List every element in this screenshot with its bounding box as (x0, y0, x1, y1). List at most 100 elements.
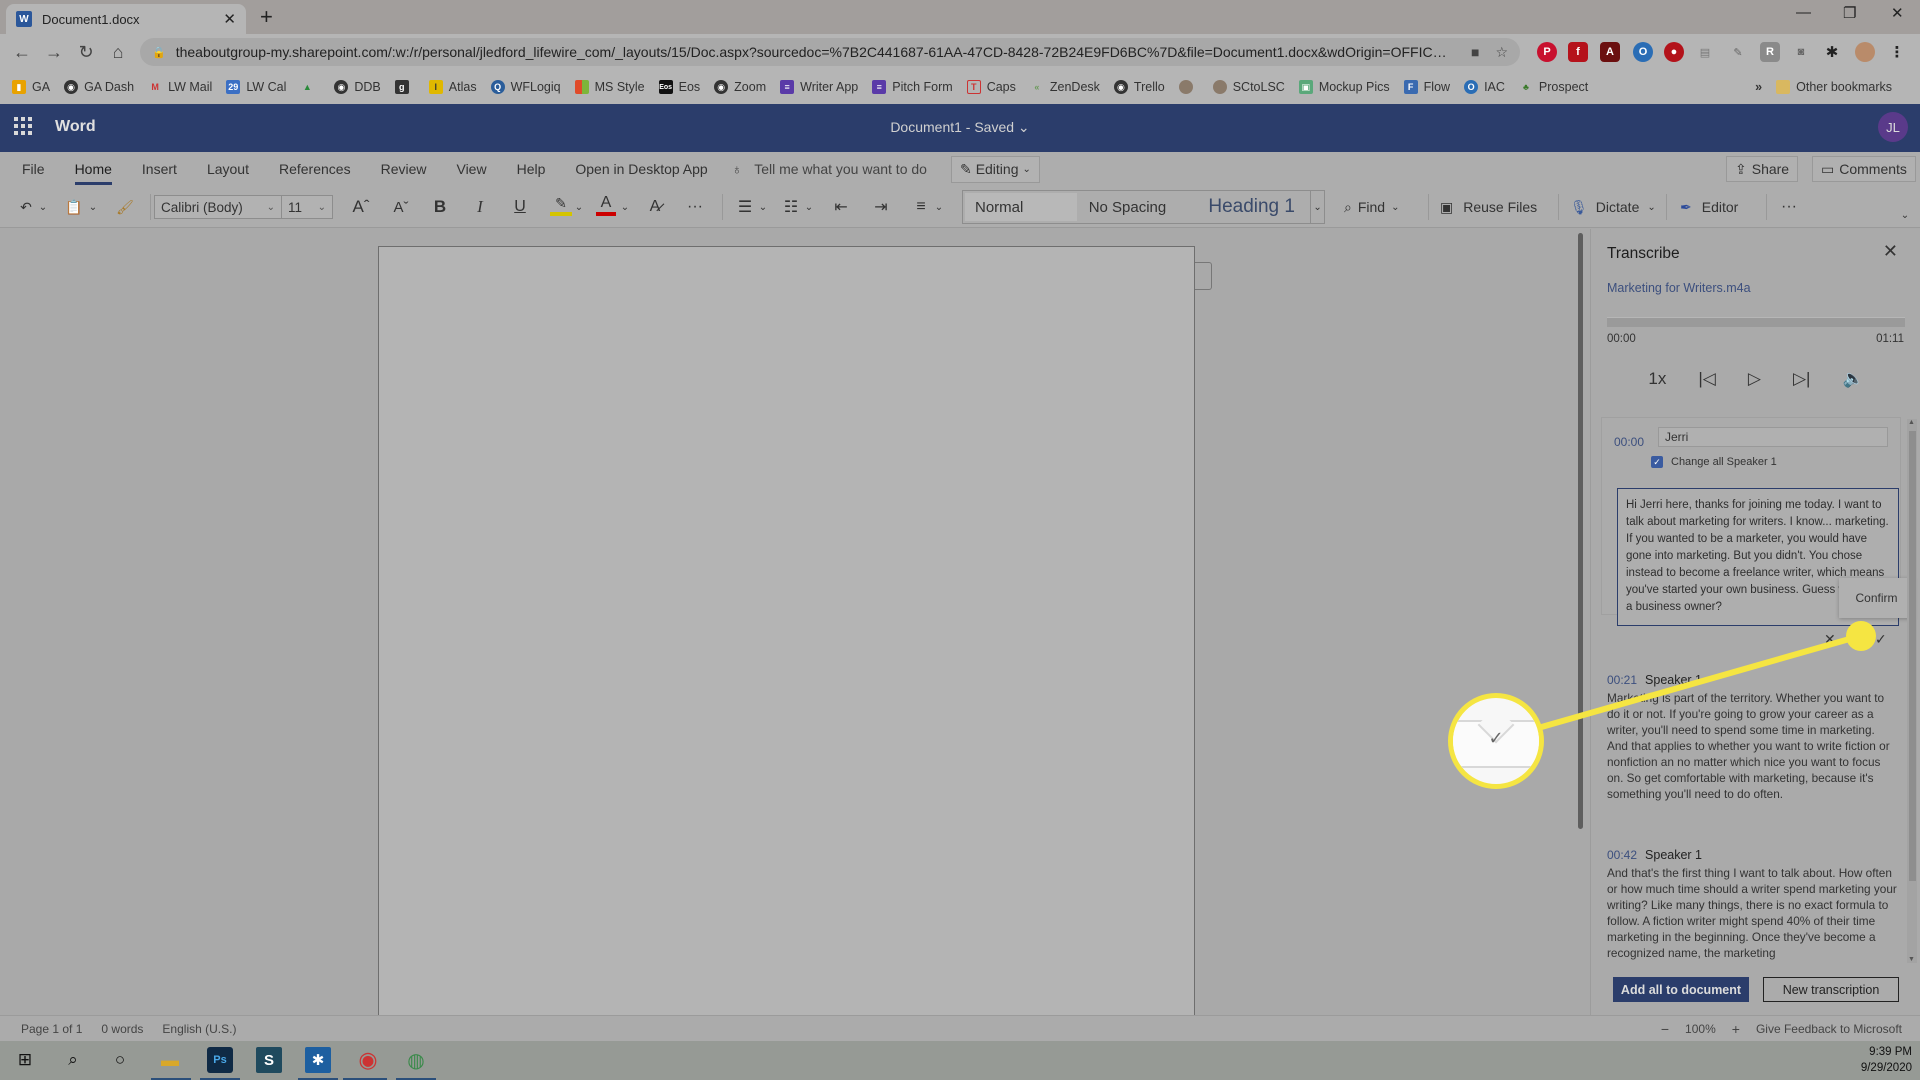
segment-text[interactable]: Marketing is part of the territory. Whet… (1607, 690, 1897, 802)
segment-speaker[interactable]: Speaker 1 (1645, 848, 1702, 862)
photoshop-icon[interactable]: Ps (207, 1047, 233, 1073)
search-icon[interactable]: ⌕ (60, 1047, 86, 1073)
align-dropdown-icon[interactable]: ⌄ (934, 194, 944, 220)
styles-more-chevron-icon[interactable]: ⌄ (1310, 191, 1324, 223)
pinterest-icon[interactable]: P (1537, 42, 1557, 62)
decrease-indent-icon[interactable]: ⇤ (830, 194, 852, 220)
add-all-to-document-button[interactable]: Add all to document (1613, 977, 1749, 1002)
bookmark-eos[interactable]: Eos Eos (658, 80, 700, 94)
audio-file-link[interactable]: Marketing for Writers.m4a (1607, 281, 1751, 295)
file-explorer-icon[interactable]: ▬ (157, 1047, 183, 1073)
play-icon[interactable]: ▷ (1748, 369, 1761, 389)
camera-blocked-icon[interactable]: ■ (1471, 44, 1479, 60)
tab-close-icon[interactable]: ✕ (223, 10, 236, 28)
bookmark-pitch-form[interactable]: ≡ Pitch Form (872, 80, 953, 94)
style-normal[interactable]: Normal (965, 193, 1077, 221)
underline-icon[interactable]: U (510, 194, 530, 220)
bookmark-trello[interactable]: ◉ Trello (1113, 80, 1165, 94)
more-bookmarks-button[interactable]: » (1755, 80, 1762, 94)
undo-icon[interactable]: ↶ (16, 194, 36, 220)
skip-back-icon[interactable]: |◁ (1698, 369, 1716, 389)
scrollbar-thumb[interactable] (1909, 431, 1916, 881)
word-count[interactable]: 0 words (101, 1022, 143, 1036)
address-bar[interactable]: 🔒 theaboutgroup-my.sharepoint.com/:w:/r/… (140, 38, 1520, 66)
reload-icon[interactable]: ↻ (70, 42, 102, 63)
cortana-icon[interactable]: ○ (107, 1047, 133, 1073)
zoom-in-icon[interactable]: + (1732, 1021, 1740, 1037)
align-icon[interactable]: ≡ (910, 194, 932, 220)
font-size-select[interactable]: 11 ⌄ (281, 195, 333, 219)
user-avatar[interactable]: JL (1878, 112, 1908, 142)
restore-icon[interactable]: ❐ (1843, 4, 1856, 22)
close-pane-icon[interactable]: ✕ (1883, 241, 1898, 262)
numbering-icon[interactable]: ☷ (780, 194, 802, 220)
find-button[interactable]: ⌕ Find ⌄ (1344, 194, 1406, 220)
forward-icon[interactable]: → (38, 42, 70, 63)
style-heading-1[interactable]: Heading 1 (1198, 191, 1310, 223)
chrome-icon[interactable]: ◉ (355, 1047, 381, 1073)
editing-mode-button[interactable]: ✎ Editing ⌄ (950, 155, 1040, 183)
bookmark-wflogiq[interactable]: Q WFLogiq (490, 80, 561, 94)
acrobat-icon[interactable]: A (1600, 42, 1620, 62)
feedback-link[interactable]: Give Feedback to Microsoft (1756, 1022, 1902, 1036)
bullets-dropdown-icon[interactable]: ⌄ (758, 194, 768, 220)
bookmark-lw-cal[interactable]: 29 LW Cal (226, 80, 286, 94)
paste-clipboard-icon[interactable]: 📋 (64, 194, 84, 220)
document-scrollbar[interactable] (1578, 233, 1583, 829)
tab-help[interactable]: Help (517, 161, 546, 177)
bookmark-mockup-pics[interactable]: ▣ Mockup Pics (1298, 80, 1390, 94)
collapse-ribbon-icon[interactable]: ⌄ (1898, 202, 1912, 228)
editor-button[interactable]: ✒ Editor (1680, 194, 1750, 220)
page-side-tab[interactable] (1195, 262, 1212, 290)
minimize-icon[interactable]: — (1796, 4, 1811, 21)
browser-tab[interactable]: W Document1.docx ✕ (6, 4, 246, 34)
bookmark-lw-mail[interactable]: M LW Mail (148, 80, 212, 94)
grow-font-icon[interactable]: Aˆ (350, 194, 372, 220)
bookmark-sctolsc[interactable]: SCtoLSC (1212, 80, 1285, 94)
change-all-speaker-checkbox[interactable]: ✓ Change all Speaker 1 (1651, 456, 1777, 468)
tab-file[interactable]: File (22, 161, 45, 177)
bookmark-prospect[interactable]: ♣ Prospect (1519, 80, 1588, 94)
segment-speaker[interactable]: Speaker 1 (1645, 673, 1702, 687)
camera-icon[interactable]: ◙ (1791, 42, 1811, 62)
bullets-icon[interactable]: ☰ (734, 194, 756, 220)
snagit-icon[interactable]: S (256, 1047, 282, 1073)
segment-timestamp[interactable]: 00:42 (1607, 848, 1637, 862)
more-options-icon[interactable]: ··· (1776, 194, 1802, 220)
tab-insert[interactable]: Insert (142, 161, 177, 177)
font-color-dropdown-icon[interactable]: ⌄ (620, 194, 630, 220)
dictate-button[interactable]: 🎙 Dictate ⌄ (1570, 194, 1662, 220)
volume-icon[interactable]: 🔈 (1842, 369, 1863, 389)
chrome-menu-icon[interactable]: ⋮ (1887, 42, 1907, 62)
tab-review[interactable]: Review (381, 161, 427, 177)
r-extension-icon[interactable]: R (1760, 42, 1780, 62)
reuse-files-button[interactable]: ▣ Reuse Files (1440, 194, 1542, 220)
bookmark-zendesk[interactable]: «ZenDesk (1030, 80, 1100, 94)
scroll-down-icon[interactable]: ▼ (1908, 956, 1915, 963)
tab-references[interactable]: References (279, 161, 351, 177)
bookmark-flow[interactable]: F Flow (1403, 80, 1450, 94)
scroll-up-icon[interactable]: ▲ (1908, 419, 1915, 426)
paste-dropdown-icon[interactable]: ⌄ (88, 194, 98, 220)
more-font-options-icon[interactable]: ··· (684, 194, 706, 220)
home-icon[interactable]: ⌂ (102, 42, 134, 63)
system-clock[interactable]: 9:39 PM 9/29/2020 (1861, 1044, 1912, 1076)
document-title[interactable]: Document1 - Saved ⌄ (0, 119, 1920, 136)
windows-start-icon[interactable]: ⊞ (12, 1047, 38, 1073)
new-transcription-button[interactable]: New transcription (1763, 977, 1899, 1002)
bookmark-ga[interactable]: ▮ GA (12, 80, 50, 94)
bookmark-ddb[interactable]: ◉ DDB (334, 80, 381, 94)
bookmark-g[interactable]: g (394, 80, 415, 94)
document-page[interactable] (378, 246, 1195, 1026)
font-color-icon[interactable]: A (596, 194, 616, 216)
speaker-name-input[interactable] (1658, 427, 1888, 447)
italic-icon[interactable]: I (470, 194, 490, 220)
bookmark-caps[interactable]: T Caps (966, 80, 1016, 94)
share-button[interactable]: ⇪ Share (1726, 156, 1799, 182)
bold-icon[interactable]: B (430, 194, 450, 220)
highlight-color-icon[interactable]: ✎ (550, 194, 572, 216)
eyedropper-icon[interactable]: ✎ (1728, 42, 1748, 62)
undo-dropdown-icon[interactable]: ⌄ (38, 194, 48, 220)
doc-extension-icon[interactable]: ▤ (1695, 42, 1715, 62)
font-name-select[interactable]: Calibri (Body) ⌄ (154, 195, 282, 219)
